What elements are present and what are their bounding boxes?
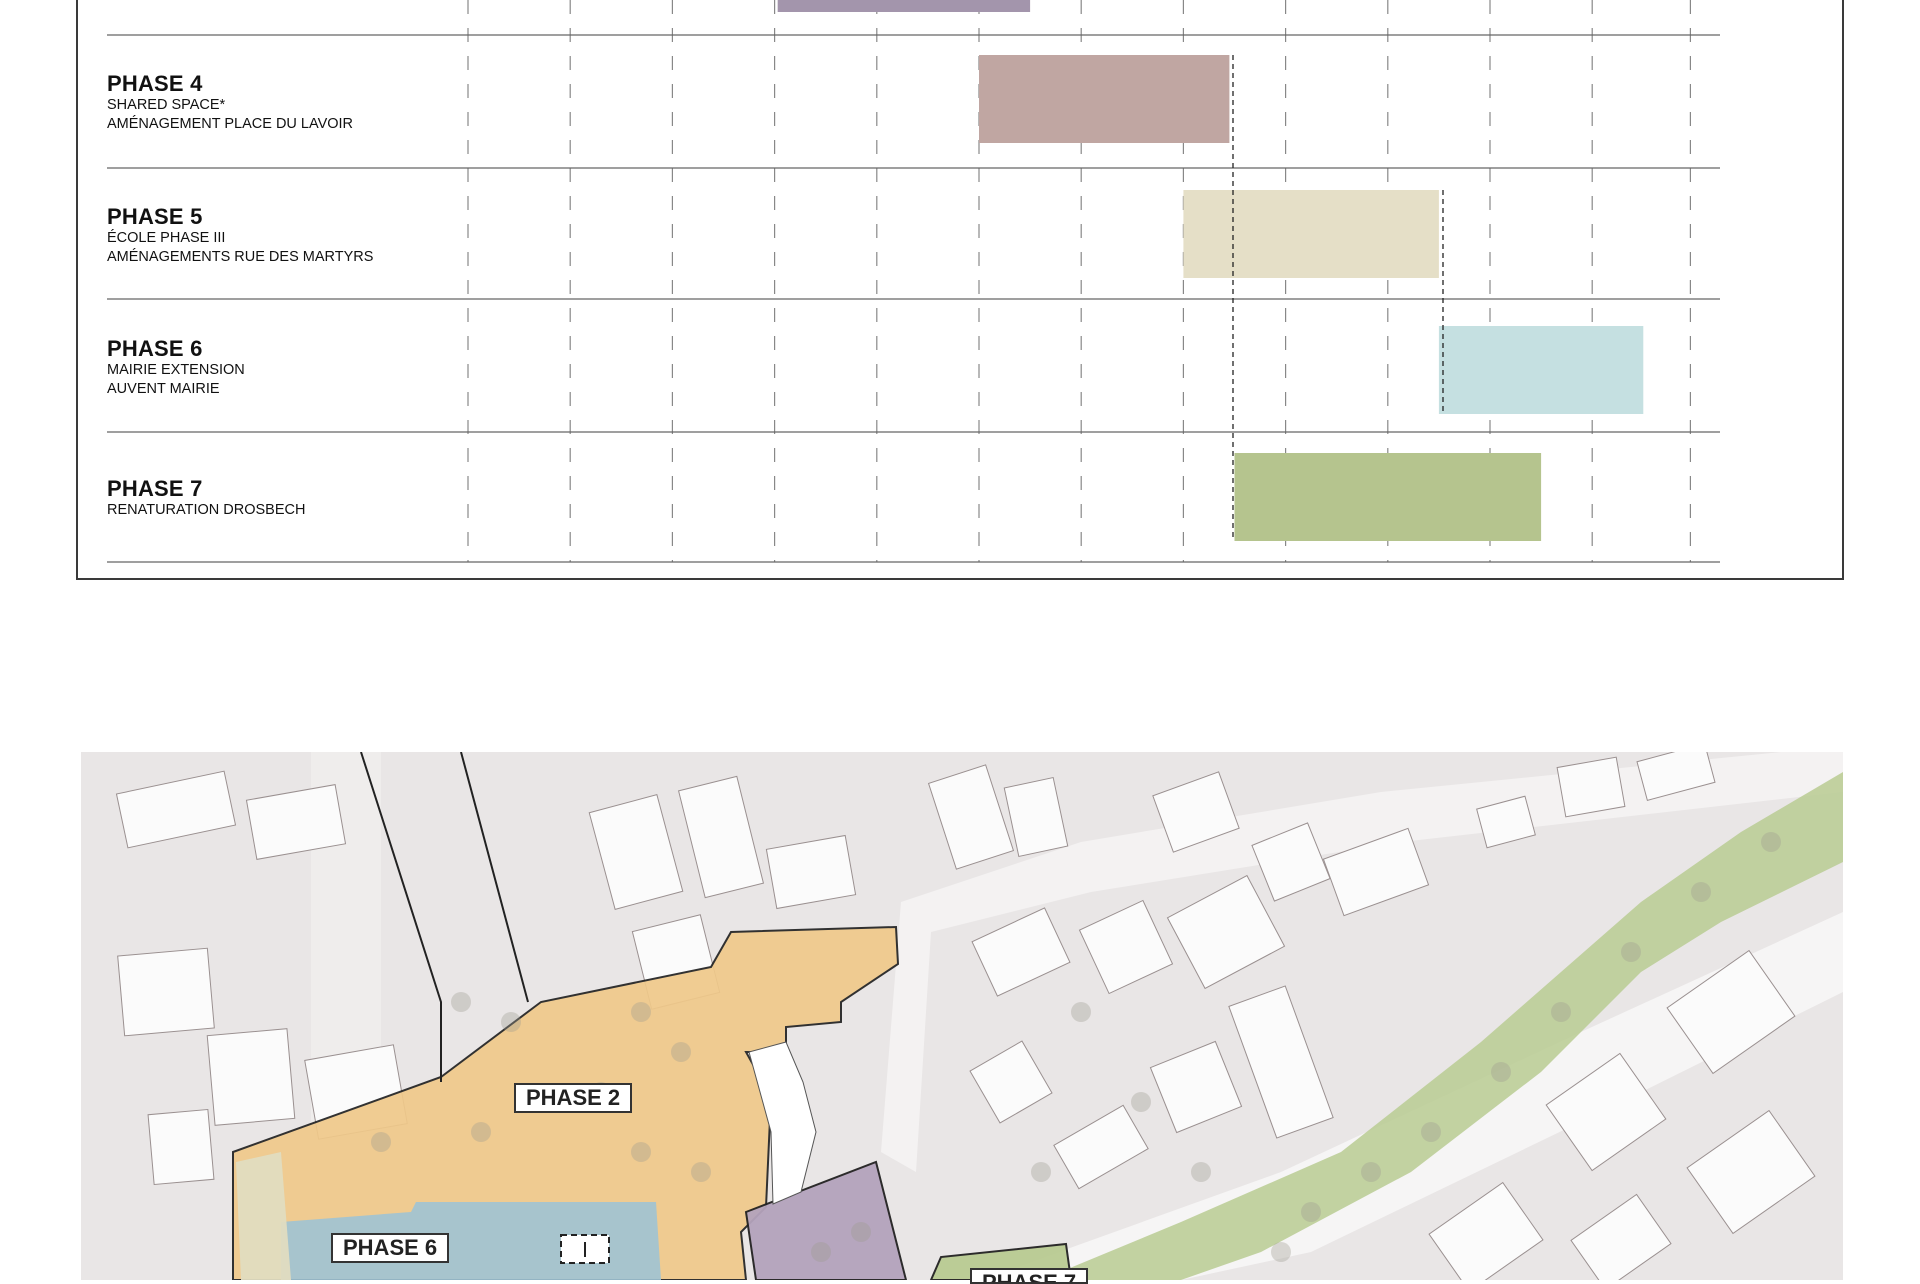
gantt-bar-phase-7: [1234, 453, 1542, 541]
tree: [1031, 1162, 1051, 1182]
tree: [1071, 1002, 1091, 1022]
tree: [501, 1012, 521, 1032]
map-label-phase-6: PHASE 6: [331, 1233, 450, 1263]
gantt-bar-phase-4: [979, 55, 1230, 143]
tree: [1491, 1062, 1511, 1082]
tree: [851, 1222, 871, 1242]
gantt-bar-phase-3: [777, 0, 1031, 12]
site-plan-map: [81, 752, 1843, 1280]
phase-6-line-1: MAIRIE EXTENSION: [107, 362, 245, 378]
tree: [371, 1132, 391, 1152]
map-label-phase-7: PHASE 7: [970, 1268, 1089, 1284]
tree: [1691, 882, 1711, 902]
tree: [631, 1002, 651, 1022]
tree: [471, 1122, 491, 1142]
tree: [1301, 1202, 1321, 1222]
phase-4-line-1: SHARED SPACE*: [107, 97, 226, 113]
tree: [631, 1142, 651, 1162]
phase-5-title: PHASE 5: [107, 204, 203, 229]
phase-5-line-2: AMÉNAGEMENTS RUE DES MARTYRS: [107, 249, 374, 265]
phase-7-title: PHASE 7: [107, 476, 203, 501]
gantt-bar-phase-5: [1183, 190, 1439, 278]
map-label-phase-2: PHASE 2: [514, 1083, 633, 1113]
tree: [451, 992, 471, 1012]
phase-5-line-1: ÉCOLE PHASE III: [107, 230, 226, 246]
phase-4-line-2: AMÉNAGEMENT PLACE DU LAVOIR: [107, 116, 354, 132]
tree: [1131, 1092, 1151, 1112]
building-footprint: [206, 1028, 296, 1126]
tree: [1761, 832, 1781, 852]
tree: [671, 1042, 691, 1062]
tree: [1191, 1162, 1211, 1182]
tree: [811, 1242, 831, 1262]
phase-7-label: PHASE 7 RENATURATION DROSBECH: [107, 477, 305, 520]
tree: [1271, 1242, 1291, 1262]
tree: [1551, 1002, 1571, 1022]
tree: [1361, 1162, 1381, 1182]
phase-7-line-1: RENATURATION DROSBECH: [107, 502, 306, 518]
tree: [1421, 1122, 1441, 1142]
tree: [1621, 942, 1641, 962]
tree: [691, 1162, 711, 1182]
phase-4-label: PHASE 4 SHARED SPACE* AMÉNAGEMENT PLACE …: [107, 72, 353, 134]
phase-6-line-2: AUVENT MAIRIE: [107, 381, 220, 397]
phase-4-title: PHASE 4: [107, 71, 203, 96]
gantt-bar-phase-6: [1438, 326, 1644, 414]
building-footprint: [117, 947, 215, 1037]
phase-6-title: PHASE 6: [107, 336, 203, 361]
building-footprint: [1556, 756, 1626, 818]
phase-6-label: PHASE 6 MAIRIE EXTENSION AUVENT MAIRIE: [107, 337, 245, 399]
building-footprint: [147, 1108, 215, 1186]
phase-5-label: PHASE 5 ÉCOLE PHASE III AMÉNAGEMENTS RUE…: [107, 205, 373, 267]
